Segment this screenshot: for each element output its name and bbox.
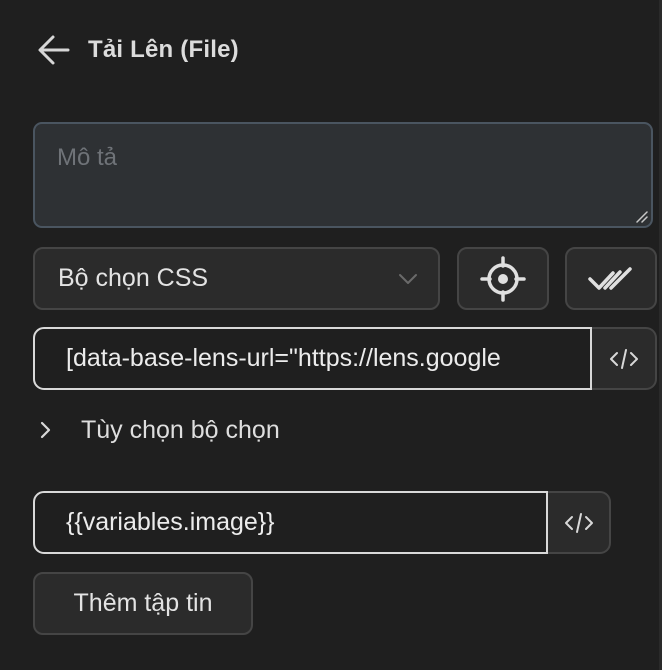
add-file-button[interactable]: Thêm tập tin <box>33 572 253 635</box>
selector-options-toggle[interactable]: Tùy chọn bộ chọn <box>33 408 280 452</box>
css-selector-input[interactable]: [data-base-lens-url="https://lens.google <box>33 327 592 390</box>
file-code-button[interactable] <box>548 491 611 554</box>
description-field-wrapper <box>33 122 653 228</box>
code-icon <box>609 348 638 369</box>
chevron-right-icon <box>33 418 57 442</box>
chevron-down-icon <box>399 274 417 284</box>
panel-header: Tải Lên (File) <box>38 28 239 72</box>
selector-type-label: Bộ chọn CSS <box>58 264 209 292</box>
selector-options-label: Tùy chọn bộ chọn <box>81 415 280 444</box>
file-path-row: {{variables.image}} <box>33 491 611 554</box>
file-path-input[interactable]: {{variables.image}} <box>33 491 548 554</box>
selector-type-dropdown[interactable]: Bộ chọn CSS <box>33 247 440 310</box>
resize-grip-icon[interactable] <box>634 209 648 223</box>
arrow-left-icon <box>38 35 70 65</box>
double-check-icon <box>588 266 632 290</box>
pick-element-button[interactable] <box>457 247 549 310</box>
page-title: Tải Lên (File) <box>88 36 239 63</box>
file-path-value: {{variables.image}} <box>66 508 275 536</box>
add-file-label: Thêm tập tin <box>73 589 213 617</box>
selector-code-button[interactable] <box>592 327 657 390</box>
verify-selector-button[interactable] <box>565 247 657 310</box>
css-selector-row: [data-base-lens-url="https://lens.google <box>33 327 657 390</box>
description-field[interactable] <box>35 124 651 226</box>
css-selector-value: [data-base-lens-url="https://lens.google <box>66 344 501 372</box>
crosshair-icon <box>480 255 526 302</box>
back-button[interactable] <box>34 30 74 70</box>
code-icon <box>564 512 593 533</box>
